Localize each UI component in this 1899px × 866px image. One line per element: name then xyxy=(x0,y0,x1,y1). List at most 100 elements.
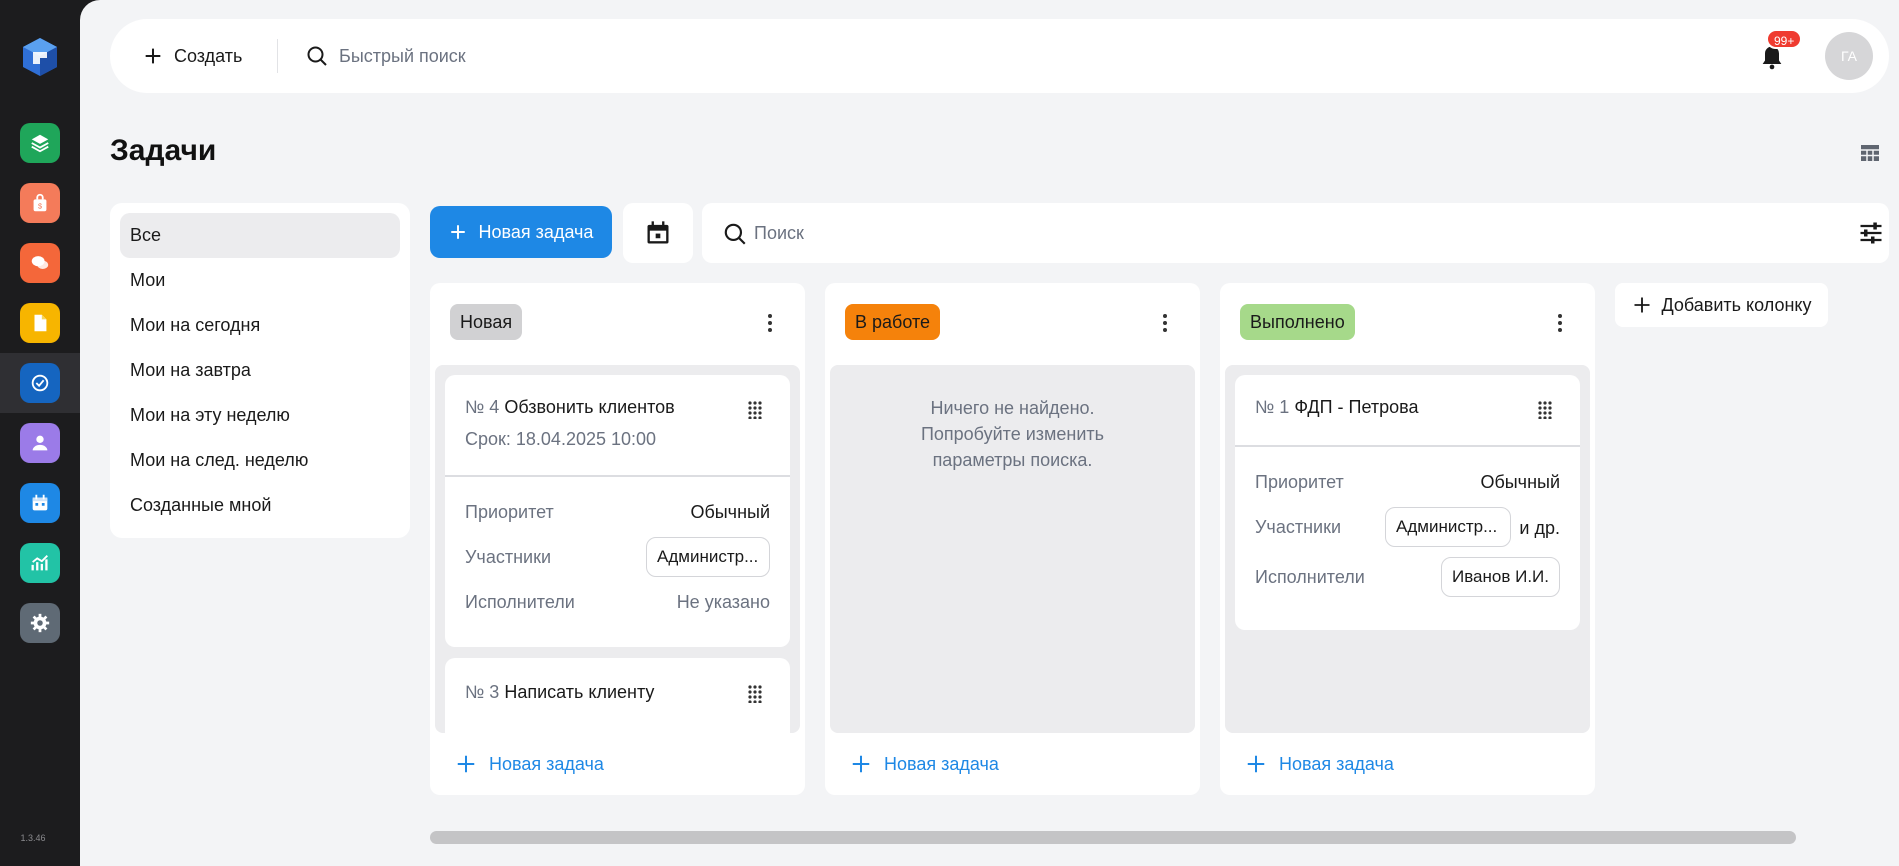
sidebar-item-shop[interactable]: $ xyxy=(0,173,80,233)
sidebar-item-settings[interactable] xyxy=(0,593,80,653)
task-number: № 3 xyxy=(465,682,500,702)
priority-value: Обычный xyxy=(690,502,770,522)
kanban-column-new: Новая № 4 Обзвонить клиентов Срок: 18.04… xyxy=(430,283,805,795)
calendar-button[interactable] xyxy=(623,203,693,263)
priority-value: Обычный xyxy=(1480,472,1560,492)
column-new-task-label: Новая задача xyxy=(489,753,604,774)
column-new-task-button[interactable]: Новая задача xyxy=(455,753,604,775)
new-task-button[interactable]: Новая задача xyxy=(430,206,612,258)
user-icon xyxy=(20,423,60,463)
participant-chip[interactable]: Администр... xyxy=(646,537,770,577)
divider xyxy=(277,39,278,73)
task-card[interactable]: № 1 ФДП - Петрова Приоритет Обычный Учас… xyxy=(1235,375,1580,630)
more-vertical-icon[interactable] xyxy=(767,313,773,333)
participants-label: Участники xyxy=(1255,517,1341,537)
app-logo-icon[interactable] xyxy=(20,36,60,78)
task-search-input[interactable] xyxy=(754,219,1654,247)
horizontal-scrollbar[interactable] xyxy=(430,831,1796,844)
task-card[interactable]: № 3 Написать клиенту xyxy=(445,658,790,733)
add-column-label: Добавить колонку xyxy=(1661,294,1812,315)
task-deadline: Срок: 18.04.2025 10:00 xyxy=(465,429,657,449)
plus-icon xyxy=(1247,755,1265,773)
filter-all[interactable]: Все xyxy=(120,213,400,258)
chat-icon xyxy=(20,243,60,283)
participants-label: Участники xyxy=(465,547,551,567)
task-card[interactable]: № 4 Обзвонить клиентов Срок: 18.04.2025 … xyxy=(445,375,790,647)
create-button-label: Создать xyxy=(174,45,243,66)
filter-mine-next-week[interactable]: Мои на след. неделю xyxy=(120,438,400,483)
card-divider xyxy=(1235,445,1580,447)
top-bar: Создать Быстрый поиск 99+ ГА xyxy=(110,19,1889,93)
column-card-list: № 4 Обзвонить клиентов Срок: 18.04.2025 … xyxy=(435,365,800,733)
filter-created-by-me[interactable]: Созданные мной xyxy=(120,483,400,528)
column-status-badge: В работе xyxy=(845,304,941,340)
kanban-column-done: Выполнено № 1 ФДП - Петрова Приоритет Об… xyxy=(1220,283,1595,795)
create-button[interactable]: Создать xyxy=(142,41,242,71)
task-number: № 1 xyxy=(1255,397,1290,417)
search-icon xyxy=(307,46,327,66)
filter-mine-today[interactable]: Мои на сегодня xyxy=(120,303,400,348)
add-column-button[interactable]: Добавить колонку xyxy=(1615,283,1828,327)
task-card-title: № 3 Написать клиенту xyxy=(465,682,654,703)
column-new-task-button[interactable]: Новая задача xyxy=(1245,753,1394,775)
app-version: 1.3.46 xyxy=(20,833,46,843)
executors-label: Исполнители xyxy=(465,592,575,612)
executors-label: Исполнители xyxy=(1255,567,1365,587)
participant-chip[interactable]: Администр... xyxy=(1385,507,1511,547)
drag-handle-icon[interactable] xyxy=(748,685,762,703)
check-circle-icon xyxy=(20,363,60,403)
column-new-task-label: Новая задача xyxy=(1279,753,1394,774)
executors-value: Не указано xyxy=(676,592,770,612)
kanban-column-in-progress: В работе Ничего не найдено. Попробуйте и… xyxy=(825,283,1200,795)
sidebar-item-layers[interactable] xyxy=(0,113,80,173)
participants-more[interactable]: и др. xyxy=(1519,518,1560,539)
drag-handle-icon[interactable] xyxy=(1538,401,1552,419)
task-name: ФДП - Петрова xyxy=(1294,397,1419,417)
table-view-icon[interactable] xyxy=(1860,143,1880,163)
filter-settings-icon[interactable] xyxy=(1857,219,1885,247)
quick-search[interactable]: Быстрый поиск xyxy=(305,41,466,71)
sidebar-item-tasks[interactable] xyxy=(0,353,80,413)
column-status-badge: Новая xyxy=(450,304,523,340)
priority-label: Приоритет xyxy=(1255,472,1344,492)
chart-icon xyxy=(20,543,60,583)
sidebar-item-documents[interactable] xyxy=(0,293,80,353)
shopping-bag-icon: $ xyxy=(20,183,60,223)
priority-label: Приоритет xyxy=(465,502,554,522)
executor-chip[interactable]: Иванов И.И. xyxy=(1441,557,1560,597)
calendar-icon xyxy=(647,221,669,244)
task-number: № 4 xyxy=(465,397,500,417)
empty-state-message: Ничего не найдено. Попробуйте изменить п… xyxy=(920,398,1105,470)
page-title: Задачи xyxy=(110,134,217,167)
column-card-list: Ничего не найдено. Попробуйте изменить п… xyxy=(830,365,1195,733)
notifications-badge: 99+ xyxy=(1766,29,1803,49)
avatar[interactable]: ГА xyxy=(1825,32,1873,80)
calendar-icon xyxy=(20,483,60,523)
plus-icon xyxy=(852,755,870,773)
column-new-task-button[interactable]: Новая задача xyxy=(850,753,999,775)
sidebar-item-chat[interactable] xyxy=(0,233,80,293)
drag-handle-icon[interactable] xyxy=(748,401,762,419)
column-status-badge: Выполнено xyxy=(1240,304,1355,340)
new-task-button-label: Новая задача xyxy=(478,221,594,242)
task-search-bar xyxy=(702,203,1889,263)
plus-icon xyxy=(1634,297,1649,313)
filter-mine-tomorrow[interactable]: Мои на завтра xyxy=(120,348,400,393)
sidebar-item-analytics[interactable] xyxy=(0,533,80,593)
filter-mine[interactable]: Мои xyxy=(120,258,400,303)
main-content: Создать Быстрый поиск 99+ ГА Задачи Все … xyxy=(80,0,1899,866)
column-new-task-label: Новая задача xyxy=(884,753,999,774)
filter-mine-this-week[interactable]: Мои на эту неделю xyxy=(120,393,400,438)
plus-icon xyxy=(457,755,475,773)
sidebar: $ 1.3.46 xyxy=(0,0,80,866)
quick-search-placeholder: Быстрый поиск xyxy=(339,45,466,66)
sidebar-item-contacts[interactable] xyxy=(0,413,80,473)
sidebar-item-calendar[interactable] xyxy=(0,473,80,533)
more-vertical-icon[interactable] xyxy=(1162,313,1168,333)
more-vertical-icon[interactable] xyxy=(1557,313,1563,333)
task-name: Обзвонить клиентов xyxy=(504,397,675,417)
search-icon xyxy=(724,223,746,245)
svg-text:$: $ xyxy=(38,202,42,211)
task-filter-list: Все Мои Мои на сегодня Мои на завтра Мои… xyxy=(110,203,410,538)
task-name: Написать клиенту xyxy=(504,682,655,702)
